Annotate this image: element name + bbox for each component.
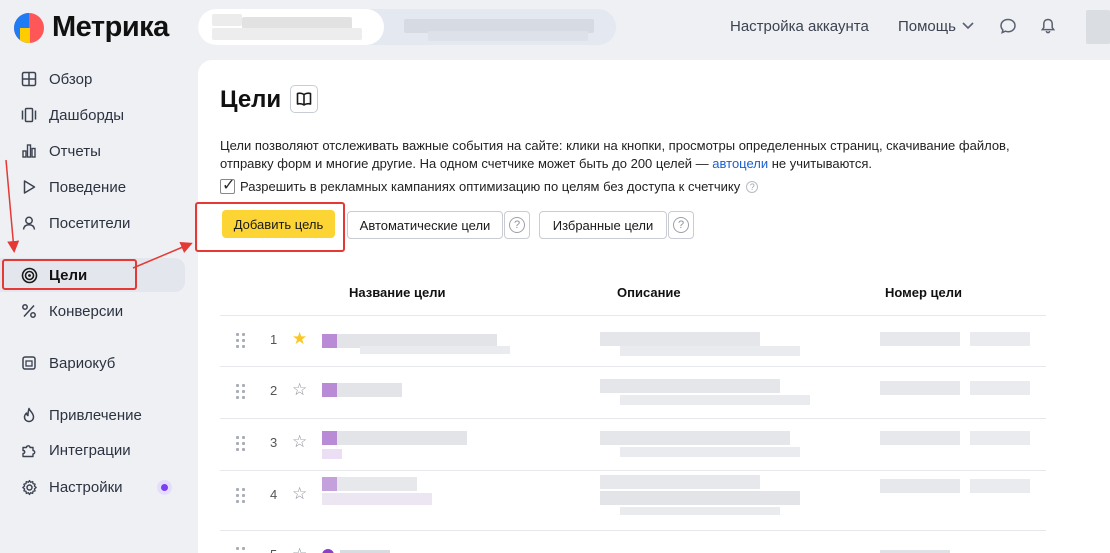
drag-handle-icon[interactable] (236, 384, 246, 400)
drag-handle-icon[interactable] (236, 488, 246, 504)
optimization-label[interactable]: Разрешить в рекламных кампаниях оптимиза… (240, 179, 740, 194)
description-text: отправку форм и многие другие. На одном … (220, 156, 713, 171)
goal-color-swatch (322, 431, 337, 445)
table-row[interactable]: 5 ☆ (220, 530, 1046, 553)
notification-dot (157, 479, 172, 495)
column-header-goal-id[interactable]: Номер цели (885, 285, 962, 300)
table-row[interactable]: 2 ☆ (220, 366, 1046, 418)
logo-text: Метрика (52, 11, 169, 43)
favorite-goals-button[interactable]: Избранные цели (539, 211, 667, 239)
sidebar-item-visitors[interactable]: Посетители (0, 206, 185, 240)
goal-color-swatch (322, 334, 337, 348)
row-number: 2 (270, 383, 278, 398)
sidebar-item-label: Настройки (49, 478, 123, 496)
cube-icon (20, 354, 38, 372)
autogoals-link[interactable]: автоцели (712, 156, 768, 171)
chevron-down-icon[interactable] (958, 17, 978, 37)
bell-icon[interactable] (1038, 17, 1058, 37)
user-avatar[interactable] (1086, 10, 1110, 44)
annotation-highlight-goals-nav (2, 259, 137, 290)
sidebar-item-overview[interactable]: Обзор (0, 62, 185, 96)
auto-goals-help-button[interactable]: ? (504, 211, 530, 239)
row-number: 5 (270, 547, 277, 553)
column-header-description[interactable]: Описание (617, 285, 681, 300)
account-settings-link[interactable]: Настройка аккаунта (730, 18, 869, 35)
drag-handle-icon[interactable] (236, 547, 246, 553)
favorite-goals-help-button[interactable]: ? (668, 211, 694, 239)
metrika-logo[interactable]: Метрика (14, 11, 169, 44)
goals-panel: Цели Цели позволяют отслеживать важные с… (198, 60, 1110, 553)
user-icon (20, 214, 38, 232)
bar-chart-icon (20, 142, 38, 160)
description-line: Цели позволяют отслеживать важные событи… (220, 138, 1010, 153)
table-row[interactable]: 1 ★ (220, 315, 1046, 367)
play-icon (20, 178, 38, 196)
chat-icon[interactable] (998, 17, 1018, 37)
help-icon[interactable]: ? (746, 180, 759, 193)
goal-color-swatch (322, 549, 334, 553)
sidebar-item-variokub[interactable]: Вариокуб (0, 346, 185, 380)
help-menu[interactable]: Помощь (898, 18, 956, 35)
sidebar-item-label: Привлечение (49, 406, 142, 424)
flame-icon (20, 406, 38, 424)
top-header: Метрика Настройка аккаунта Помощь (0, 0, 1110, 56)
sidebar-item-behavior[interactable]: Поведение (0, 170, 185, 204)
book-icon (296, 92, 312, 106)
row-number: 1 (270, 332, 278, 347)
star-outline-icon[interactable]: ☆ (292, 380, 307, 400)
help-icon: ? (509, 217, 525, 233)
optimization-option: ✓ Разрешить в рекламных кампаниях оптими… (220, 177, 759, 194)
sidebar-item-acquisition[interactable]: Привлечение (0, 398, 185, 432)
goals-description: Цели позволяют отслеживать важные событи… (220, 137, 1080, 173)
counter-selector[interactable] (198, 9, 616, 45)
percent-icon (20, 302, 38, 320)
sidebar-item-label: Отчеты (49, 142, 101, 160)
sidebar-item-settings[interactable]: Настройки (0, 470, 185, 504)
help-icon: ? (673, 217, 689, 233)
auto-goals-button[interactable]: Автоматические цели (347, 211, 503, 239)
sidebar-item-label: Конверсии (49, 302, 124, 320)
table-row[interactable]: 3 ☆ (220, 418, 1046, 470)
star-filled-icon[interactable]: ★ (292, 329, 307, 349)
check-icon: ✓ (222, 177, 236, 194)
sidebar-item-conversions[interactable]: Конверсии (0, 294, 185, 328)
metrika-logo-icon (14, 12, 44, 43)
dashboards-icon (20, 106, 38, 124)
description-line: отправку форм и многие другие. На одном … (220, 155, 1080, 173)
optimization-checkbox[interactable]: ✓ (220, 177, 235, 194)
sidebar-item-label: Посетители (49, 214, 131, 232)
row-number: 3 (270, 435, 278, 450)
column-header-name[interactable]: Название цели (349, 285, 445, 300)
sidebar-item-label: Интеграции (49, 441, 131, 459)
grid-icon (20, 70, 38, 88)
goal-color-swatch (322, 383, 337, 397)
sidebar-item-label: Дашборды (49, 106, 124, 124)
row-number: 4 (270, 487, 278, 502)
drag-handle-icon[interactable] (236, 333, 246, 349)
sidebar-item-label: Поведение (49, 178, 127, 196)
star-outline-icon[interactable]: ☆ (292, 432, 307, 452)
sidebar-item-label: Вариокуб (49, 354, 116, 372)
sidebar-item-reports[interactable]: Отчеты (0, 134, 185, 168)
annotation-highlight-add-goal (195, 202, 345, 252)
gear-icon (20, 478, 38, 496)
description-text: не учитываются. (768, 156, 873, 171)
docs-button[interactable] (290, 85, 318, 113)
table-row[interactable]: 4 ☆ (220, 470, 1046, 522)
sidebar-item-dashboards[interactable]: Дашборды (0, 98, 185, 132)
puzzle-icon (20, 441, 38, 459)
star-outline-icon[interactable]: ☆ (292, 484, 307, 504)
sidebar-item-integrations[interactable]: Интеграции (0, 433, 185, 467)
page-title: Цели (220, 86, 282, 113)
star-outline-icon[interactable]: ☆ (292, 545, 307, 553)
drag-handle-icon[interactable] (236, 436, 246, 452)
counter-selector-active[interactable] (198, 9, 384, 45)
goal-color-swatch (322, 477, 337, 491)
sidebar-item-label: Обзор (49, 70, 93, 88)
